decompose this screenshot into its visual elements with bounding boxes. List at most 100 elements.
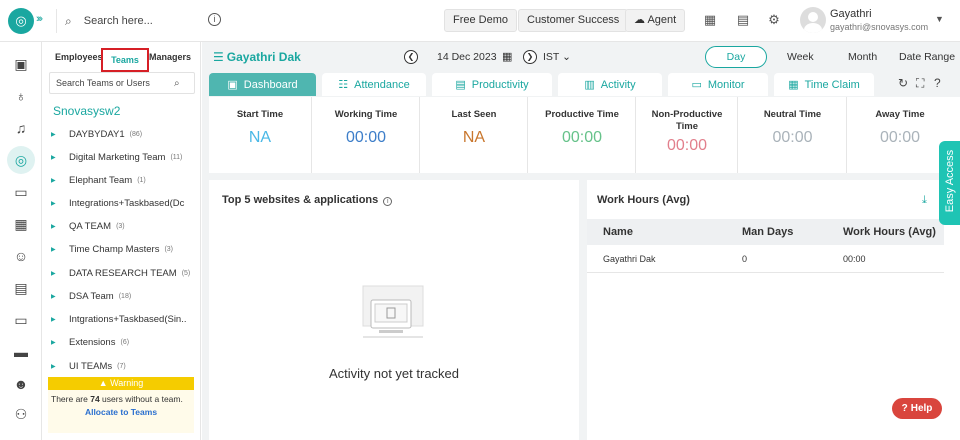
store-icon[interactable]: ▦	[702, 12, 718, 28]
team-item[interactable]: ▶ QA TEAM (3)	[51, 218, 199, 234]
monitor-icon[interactable]: ▭	[11, 310, 31, 330]
empty-state-illustration-icon	[362, 285, 424, 338]
easy-access-tab[interactable]: Easy Access	[939, 141, 960, 225]
warning-box: ▲ Warning There are 74 users without a t…	[48, 377, 194, 433]
team-item[interactable]: ▶ Elephant Team (1)	[51, 172, 199, 188]
tab-activity[interactable]: ▥ Activity	[558, 73, 662, 96]
team-item[interactable]: ▶ DSA Team (18)	[51, 288, 199, 304]
expand-arrow-icon[interactable]: ▶	[51, 154, 69, 161]
expand-arrow-icon[interactable]: ▶	[51, 246, 69, 253]
stats-row: Start Time NA Working Time 00:00 Last Se…	[209, 97, 960, 173]
stat-value: 00:00	[666, 137, 708, 154]
previous-date-icon[interactable]: ❮	[404, 50, 418, 64]
expand-arrow-icon[interactable]: ▶	[51, 293, 69, 300]
timezone-select[interactable]: IST ⌄	[543, 51, 571, 63]
expand-arrow-icon[interactable]: ▶	[51, 270, 69, 277]
user-menu-chevron-icon[interactable]: ▼	[935, 14, 944, 24]
tab-attendance[interactable]: ☷ Attendance	[322, 73, 426, 96]
help-button[interactable]: ? Help	[892, 398, 942, 419]
range-month-button[interactable]: Month	[848, 51, 877, 63]
target-icon[interactable]: ◎	[11, 150, 31, 170]
users-icon[interactable]: ☻	[11, 374, 31, 394]
tab-time-claim[interactable]: ▦ Time Claim	[774, 73, 874, 96]
range-week-button[interactable]: Week	[787, 51, 814, 63]
team-item[interactable]: ▶ DATA RESEARCH TEAM (5)	[51, 265, 199, 281]
expand-arrow-icon[interactable]: ▶	[51, 200, 69, 207]
tv-icon[interactable]: ▭	[11, 182, 31, 202]
monitor-icon: ▭	[691, 79, 702, 91]
tab-teams[interactable]: Teams	[101, 48, 149, 72]
expand-arrow-icon[interactable]: ▶	[51, 339, 69, 346]
column-work-hours[interactable]: Work Hours (Avg)	[843, 226, 936, 238]
cloud-download-icon: ☁	[634, 14, 645, 26]
team-item[interactable]: ▶ DAYBYDAY1 (86)	[51, 126, 199, 142]
employee-header[interactable]: ☰ Gayathri Dak	[213, 50, 301, 64]
team-name: DSA Team	[69, 290, 114, 302]
team-item[interactable]: ▶ Time Champ Masters (3)	[51, 241, 199, 257]
info-icon[interactable]: i	[383, 197, 393, 206]
calendar-icon[interactable]: ▦	[502, 50, 512, 63]
agent-button[interactable]: ☁ Agent	[625, 9, 686, 32]
team-item[interactable]: ▶ Integrations+Taskbased(Dc	[51, 195, 199, 211]
settings-gear-icon[interactable]: ⚙	[766, 12, 782, 28]
bell-icon[interactable]: ♫	[11, 118, 31, 138]
expand-sidebar-icon[interactable]: ›››	[36, 13, 43, 25]
bulb-icon[interactable]: ♁	[11, 86, 31, 106]
expand-arrow-icon[interactable]: ▶	[51, 223, 69, 230]
column-name[interactable]: Name	[603, 226, 633, 238]
timechamp-logo-icon[interactable]: ◎	[8, 8, 34, 34]
warning-icon: ▲	[98, 378, 108, 388]
team-search-input[interactable]	[56, 78, 174, 88]
expand-arrow-icon[interactable]: ▶	[51, 316, 69, 323]
download-icon[interactable]: ⤓	[922, 194, 927, 207]
briefcase-icon[interactable]: ▤	[11, 278, 31, 298]
allocate-to-teams-link[interactable]: Allocate to Teams	[48, 407, 194, 417]
calendar-icon[interactable]: ▦	[11, 214, 31, 234]
team-name: Intgrations+Taskbased(Sin..	[69, 313, 187, 325]
org-chart-icon[interactable]: ⚇	[11, 404, 31, 424]
card-icon[interactable]: ▬	[11, 342, 31, 362]
fullscreen-icon[interactable]: ⛶	[916, 76, 924, 91]
team-count: (11)	[170, 153, 183, 161]
expand-arrow-icon[interactable]: ▶	[51, 363, 69, 370]
tab-productivity[interactable]: ▤ Productivity	[432, 73, 552, 96]
team-name: Extensions	[69, 336, 116, 348]
range-date-range-button[interactable]: Date Range	[899, 51, 955, 63]
tab-dashboard[interactable]: ▣ Dashboard	[209, 73, 316, 96]
team-item[interactable]: ▶ Intgrations+Taskbased(Sin..	[51, 311, 199, 327]
global-search-input[interactable]	[83, 15, 204, 27]
warning-text-prefix: There are	[51, 394, 91, 404]
expand-arrow-icon[interactable]: ▶	[51, 131, 69, 138]
stat-label: Start Time	[236, 109, 284, 120]
tab-employees[interactable]: Employees	[55, 52, 103, 62]
team-item[interactable]: ▶ Extensions (6)	[51, 334, 199, 350]
menu-icon[interactable]: ☰	[213, 50, 224, 64]
help-circle-icon[interactable]: ?	[934, 76, 941, 90]
document-icon[interactable]: ▤	[735, 12, 751, 28]
column-man-days[interactable]: Man Days	[742, 226, 793, 238]
user-avatar[interactable]	[800, 7, 826, 33]
info-icon[interactable]: i	[208, 13, 221, 26]
tab-managers[interactable]: Managers	[149, 52, 191, 62]
next-date-icon[interactable]: ❯	[523, 50, 537, 64]
warning-count: 74	[90, 394, 100, 404]
team-item[interactable]: ▶ UI TEAMs (7)	[51, 358, 199, 374]
org-name[interactable]: Snovasysw2	[53, 104, 120, 118]
stat-away-time: Away Time 00:00	[848, 97, 952, 173]
selected-date[interactable]: 14 Dec 2023	[437, 51, 497, 63]
tab-monitor[interactable]: ▭ Monitor	[668, 73, 768, 96]
cell-name: Gayathri Dak	[603, 254, 656, 264]
team-name: Time Champ Masters	[69, 243, 160, 255]
team-item[interactable]: ▶ Digital Marketing Team (11)	[51, 149, 199, 165]
team-count: (6)	[120, 338, 130, 346]
team-count: (3)	[164, 245, 174, 253]
stat-value: NA	[248, 129, 272, 146]
range-day-button[interactable]: Day	[705, 46, 767, 68]
user-icon[interactable]: ☺	[11, 246, 31, 266]
free-demo-button[interactable]: Free Demo	[444, 9, 518, 32]
expand-arrow-icon[interactable]: ▶	[51, 177, 69, 184]
dashboard-layout-icon[interactable]: ▣	[11, 54, 31, 74]
help-icon: ?	[901, 403, 908, 414]
refresh-icon[interactable]: ↻	[898, 76, 908, 90]
customer-success-button[interactable]: Customer Success	[518, 9, 629, 32]
